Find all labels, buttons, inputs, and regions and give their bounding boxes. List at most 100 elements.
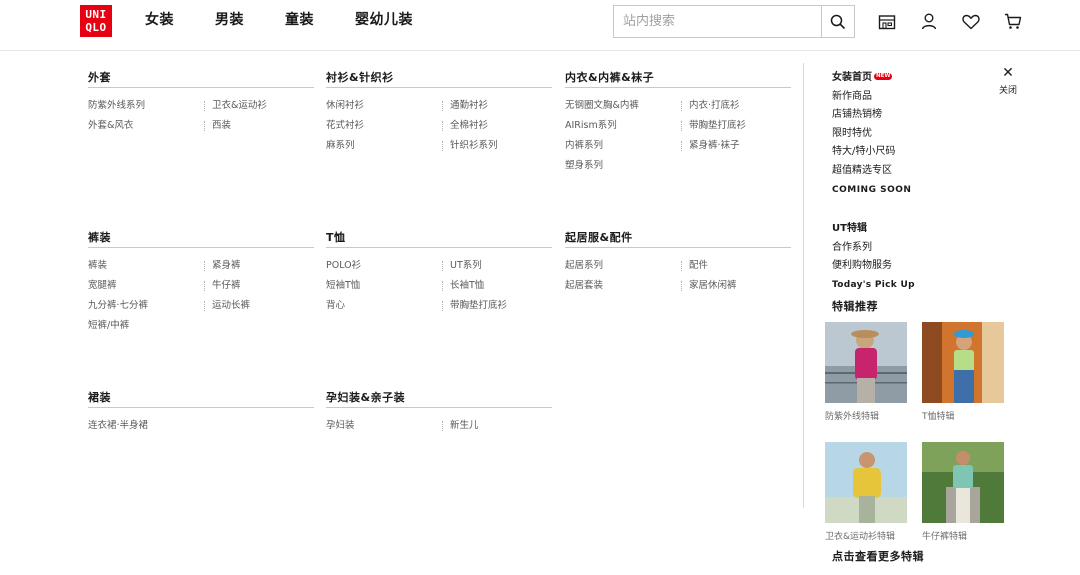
- featured-card[interactable]: T恤特辑: [922, 322, 1004, 422]
- side-link-coming-soon[interactable]: COMING SOON: [832, 183, 911, 202]
- menu-link[interactable]: AIRism系列: [565, 119, 617, 133]
- side-links-group2: UT特辑 合作系列 便利购物服务 Today's Pick Up: [832, 222, 915, 296]
- nav-men[interactable]: 男装: [215, 11, 244, 29]
- side-link[interactable]: 限时特优: [832, 127, 911, 146]
- menu-link[interactable]: 牛仔裤: [204, 279, 241, 293]
- menu-link[interactable]: 内衣·打底衫: [681, 99, 740, 113]
- uniqlo-logo[interactable]: UNI QLO: [80, 5, 112, 37]
- menu-link[interactable]: 针织衫系列: [442, 139, 498, 153]
- featured-caption: 牛仔裤特辑: [922, 532, 968, 542]
- user-icon[interactable]: [919, 12, 938, 31]
- menu-link[interactable]: UT系列: [442, 259, 482, 273]
- menu-link[interactable]: 背心: [326, 299, 345, 313]
- nav-kids[interactable]: 童装: [285, 11, 314, 29]
- section-loungewear: 起居服&配件 起居系列 配件 起居套装 家居休闲裤: [565, 230, 791, 291]
- section-tshirts: T恤 POLO衫 UT系列 短袖T恤 长袖T恤 背心 带胸垫打底衫: [326, 230, 552, 311]
- section-shirts: 衬衫&针织衫 休闲衬衫 通勤衬衫 花式衬衫 全棉衬衫 麻系列 针织衫系列: [326, 70, 552, 151]
- women-home-label: 女装首页: [832, 72, 872, 83]
- search-button[interactable]: [821, 6, 854, 37]
- close-button[interactable]: ✕ 关闭: [996, 66, 1020, 96]
- menu-link[interactable]: POLO衫: [326, 259, 361, 273]
- side-link[interactable]: Today's Pick Up: [832, 278, 915, 297]
- logo-line1: UNI: [85, 8, 107, 21]
- section-title: T恤: [326, 230, 552, 248]
- menu-link[interactable]: 带胸垫打底衫: [681, 119, 746, 133]
- menu-link[interactable]: 紧身裤: [204, 259, 241, 273]
- menu-link[interactable]: 裤装: [88, 259, 107, 273]
- menu-link[interactable]: 起居系列: [565, 259, 603, 273]
- menu-link[interactable]: 西装: [204, 119, 231, 133]
- featured-card[interactable]: 牛仔裤特辑: [922, 442, 1004, 542]
- search-box: [613, 5, 855, 38]
- see-more-features-link[interactable]: 点击查看更多特辑: [832, 548, 924, 564]
- column-divider: [803, 63, 804, 508]
- search-input[interactable]: [614, 6, 822, 37]
- featured-caption: 防紫外线特辑: [825, 412, 880, 422]
- side-link[interactable]: 超值精选专区: [832, 164, 911, 183]
- side-link[interactable]: 店铺热销榜: [832, 108, 911, 127]
- menu-link[interactable]: 卫衣&运动衫: [204, 99, 267, 113]
- section-title: 裤装: [88, 230, 314, 248]
- header-icons: [877, 12, 1045, 31]
- side-link[interactable]: 特大/特小尺码: [832, 145, 911, 164]
- new-badge: NEW: [874, 73, 893, 80]
- menu-link[interactable]: 休闲衬衫: [326, 99, 364, 113]
- heart-icon[interactable]: [961, 12, 980, 31]
- header: UNI QLO 女装 男装 童装 婴幼儿装: [0, 0, 1080, 51]
- menu-link[interactable]: 短袖T恤: [326, 279, 360, 293]
- featured-card[interactable]: 卫衣&运动衫特辑: [825, 442, 907, 542]
- close-label: 关闭: [998, 86, 1017, 96]
- section-outerwear: 外套 防紫外线系列 卫衣&运动衫 外套&风衣 西装: [88, 70, 314, 131]
- menu-link[interactable]: 孕妇装: [326, 419, 355, 433]
- featured-card[interactable]: 防紫外线特辑: [825, 322, 907, 422]
- menu-link[interactable]: 连衣裙·半身裙: [88, 419, 148, 433]
- menu-link[interactable]: 外套&风衣: [88, 119, 133, 133]
- featured-caption: 卫衣&运动衫特辑: [825, 532, 896, 542]
- menu-link[interactable]: 宽腿裤: [88, 279, 117, 293]
- store-icon[interactable]: [877, 12, 896, 31]
- menu-link[interactable]: 家居休闲裤: [681, 279, 737, 293]
- featured-photo: [922, 322, 1004, 403]
- menu-link[interactable]: 花式衬衫: [326, 119, 364, 133]
- section-title: 衬衫&针织衫: [326, 70, 552, 88]
- section-maternity: 孕妇装&亲子装 孕妇装 新生儿: [326, 390, 552, 431]
- search-icon: [830, 14, 846, 29]
- featured-photo: [922, 442, 1004, 523]
- menu-link[interactable]: 通勤衬衫: [442, 99, 488, 113]
- nav-baby[interactable]: 婴幼儿装: [355, 11, 413, 29]
- menu-link[interactable]: 起居套装: [565, 279, 603, 293]
- section-title: 内衣&内裤&袜子: [565, 70, 791, 88]
- section-title: 外套: [88, 70, 314, 88]
- menu-link[interactable]: 防紫外线系列: [88, 99, 145, 113]
- top-nav: 女装 男装 童装 婴幼儿装: [145, 11, 454, 29]
- menu-link[interactable]: 紧身裤·袜子: [681, 139, 740, 153]
- menu-link[interactable]: 九分裤·七分裤: [88, 299, 148, 313]
- section-title: 孕妇装&亲子装: [326, 390, 552, 408]
- menu-link[interactable]: 内裤系列: [565, 139, 603, 153]
- ut-feature-link[interactable]: UT特辑: [832, 222, 915, 241]
- menu-link[interactable]: 无钢圈文胸&内裤: [565, 99, 639, 113]
- menu-link[interactable]: 带胸垫打底衫: [442, 299, 507, 313]
- logo-line2: QLO: [85, 21, 107, 34]
- featured-photo: [825, 442, 907, 523]
- section-title: 起居服&配件: [565, 230, 791, 248]
- featured-title: 特辑推荐: [832, 300, 878, 313]
- section-pants: 裤装 裤装 紧身裤 宽腿裤 牛仔裤 九分裤·七分裤 运动长裤 短裤/中裤: [88, 230, 314, 331]
- menu-link[interactable]: 运动长裤: [204, 299, 250, 313]
- menu-link[interactable]: 短裤/中裤: [88, 319, 129, 333]
- nav-women[interactable]: 女装: [145, 11, 174, 29]
- featured-caption: T恤特辑: [922, 412, 955, 422]
- menu-link[interactable]: 长袖T恤: [442, 279, 484, 293]
- close-icon: ✕: [1002, 65, 1014, 81]
- cart-icon[interactable]: [1003, 12, 1022, 31]
- side-link[interactable]: 便利购物服务: [832, 259, 915, 278]
- menu-link[interactable]: 塑身系列: [565, 159, 603, 173]
- menu-link[interactable]: 麻系列: [326, 139, 355, 153]
- menu-link[interactable]: 配件: [681, 259, 708, 273]
- menu-link[interactable]: 新生儿: [442, 419, 479, 433]
- menu-link[interactable]: 全棉衬衫: [442, 119, 488, 133]
- side-links-group1: 女装首页 NEW 新作商品 店铺热销榜 限时特优 特大/特小尺码 超值精选专区 C…: [832, 71, 911, 201]
- side-link[interactable]: 新作商品: [832, 90, 911, 109]
- women-home-link[interactable]: 女装首页 NEW: [832, 71, 911, 90]
- side-link[interactable]: 合作系列: [832, 241, 915, 260]
